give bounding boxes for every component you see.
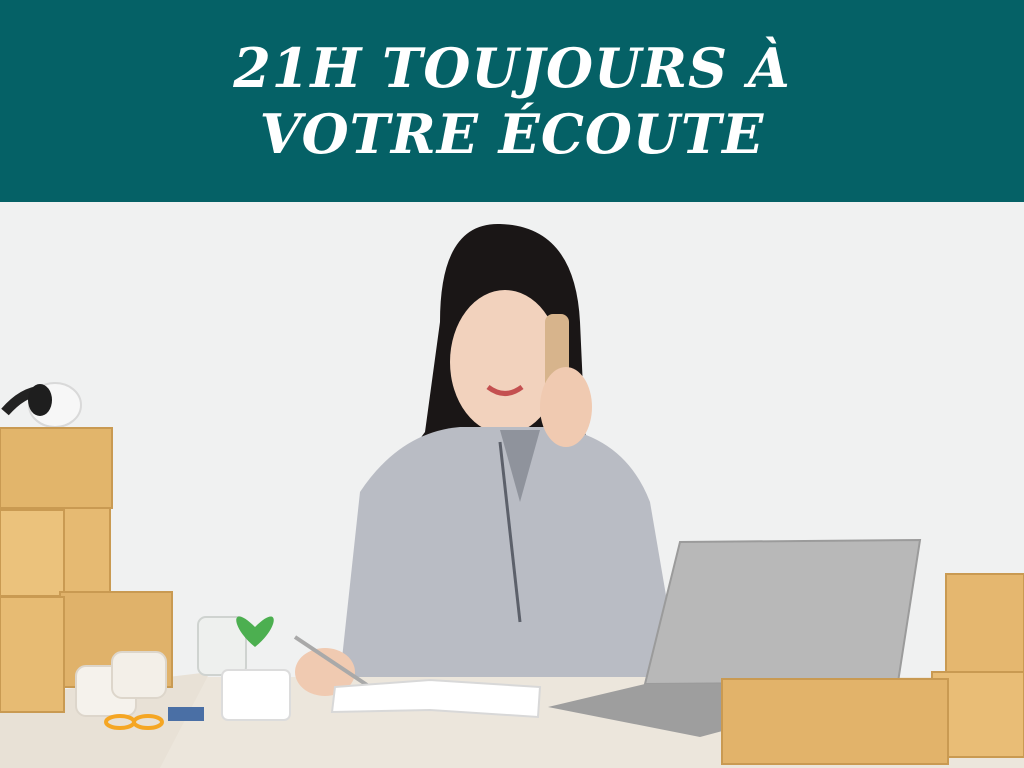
page: 21H TOUJOURS À VOTRE ÉCOUTE — [0, 0, 1024, 768]
title-banner: 21H TOUJOURS À VOTRE ÉCOUTE — [0, 0, 1024, 202]
photo-illustration — [0, 202, 1024, 768]
headline-line-2: VOTRE ÉCOUTE — [259, 102, 765, 166]
headline: 21H TOUJOURS À VOTRE ÉCOUTE — [233, 35, 791, 167]
headline-line-1: 21H TOUJOURS À — [233, 36, 791, 100]
customer-service-photo — [0, 202, 1024, 768]
